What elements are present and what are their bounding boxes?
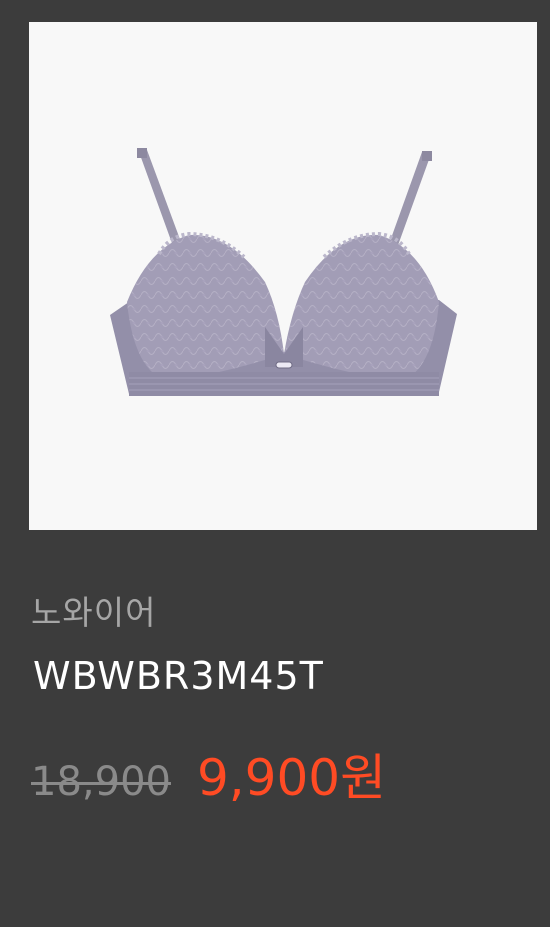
original-price: 18,900 <box>31 759 171 805</box>
product-image[interactable] <box>29 22 537 530</box>
bra-product-photo-icon <box>110 148 457 396</box>
brand-label: 노와이어 <box>31 593 157 632</box>
product-card[interactable]: 노와이어 WBWBR3M45T 18,900 9,900원 <box>0 0 550 927</box>
product-model[interactable]: WBWBR3M45T <box>33 652 324 700</box>
price-row: 18,900 9,900원 <box>31 738 386 807</box>
sale-price: 9,900원 <box>196 749 387 807</box>
